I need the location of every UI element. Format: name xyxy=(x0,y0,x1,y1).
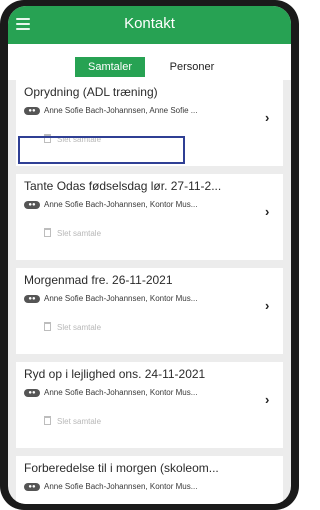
conversation-participants: Anne Sofie Bach-Johannsen, Kontor Mus... xyxy=(44,388,198,397)
trash-icon xyxy=(44,416,51,425)
tab-samtaler[interactable]: Samtaler xyxy=(75,57,145,77)
delete-highlight-box xyxy=(18,136,185,164)
delete-label: Slet samtale xyxy=(57,323,102,332)
app-screen: Kontakt Samtaler Personer Oprydning (ADL… xyxy=(8,6,291,504)
phone-frame: Kontakt Samtaler Personer Oprydning (ADL… xyxy=(0,0,299,510)
delete-conversation-button[interactable]: Slet samtale xyxy=(44,322,101,332)
chevron-right-icon[interactable]: › xyxy=(265,205,275,218)
conversation-card[interactable]: Tante Odas fødselsdag lør. 27-11-2... ●●… xyxy=(16,174,283,260)
group-badge-icon: ●● xyxy=(24,107,40,115)
page-title: Kontakt xyxy=(124,15,175,32)
group-badge-icon: ●● xyxy=(24,295,40,303)
trash-icon xyxy=(44,322,51,331)
group-badge-icon: ●● xyxy=(24,483,40,491)
chevron-right-icon[interactable]: › xyxy=(265,111,275,124)
tab-bar: Samtaler Personer xyxy=(8,44,291,80)
conversation-participants: Anne Sofie Bach-Johannsen, Kontor Mus... xyxy=(44,294,198,303)
delete-label: Slet samtale xyxy=(57,417,102,426)
tab-personer[interactable]: Personer xyxy=(158,57,226,77)
group-badge-icon: ●● xyxy=(24,201,40,209)
conversation-participants: Anne Sofie Bach-Johannsen, Anne Sofie ..… xyxy=(44,106,198,115)
conversation-participants: Anne Sofie Bach-Johannsen, Kontor Mus... xyxy=(44,482,198,491)
conversation-title: Morgenmad fre. 26-11-2021 xyxy=(24,273,173,287)
delete-label: Slet samtale xyxy=(57,229,102,238)
delete-conversation-button[interactable]: Slet samtale xyxy=(44,416,101,426)
chevron-right-icon[interactable]: › xyxy=(265,393,275,406)
delete-conversation-button[interactable]: Slet samtale xyxy=(44,228,101,238)
conversation-card[interactable]: Forberedelse til i morgen (skoleom... ●●… xyxy=(16,456,283,504)
group-badge-icon: ●● xyxy=(24,389,40,397)
conversation-title: Ryd op i lejlighed ons. 24-11-2021 xyxy=(24,367,206,381)
conversation-title: Forberedelse til i morgen (skoleom... xyxy=(24,461,219,475)
trash-icon xyxy=(44,228,51,237)
conversation-title: Oprydning (ADL træning) xyxy=(24,85,158,99)
conversation-card[interactable]: Ryd op i lejlighed ons. 24-11-2021 ●● An… xyxy=(16,362,283,448)
conversation-title: Tante Odas fødselsdag lør. 27-11-2... xyxy=(24,179,222,193)
conversation-card[interactable]: Morgenmad fre. 26-11-2021 ●● Anne Sofie … xyxy=(16,268,283,354)
chevron-right-icon[interactable]: › xyxy=(265,299,275,312)
app-header: Kontakt xyxy=(8,6,291,44)
conversation-participants: Anne Sofie Bach-Johannsen, Kontor Mus... xyxy=(44,200,198,209)
